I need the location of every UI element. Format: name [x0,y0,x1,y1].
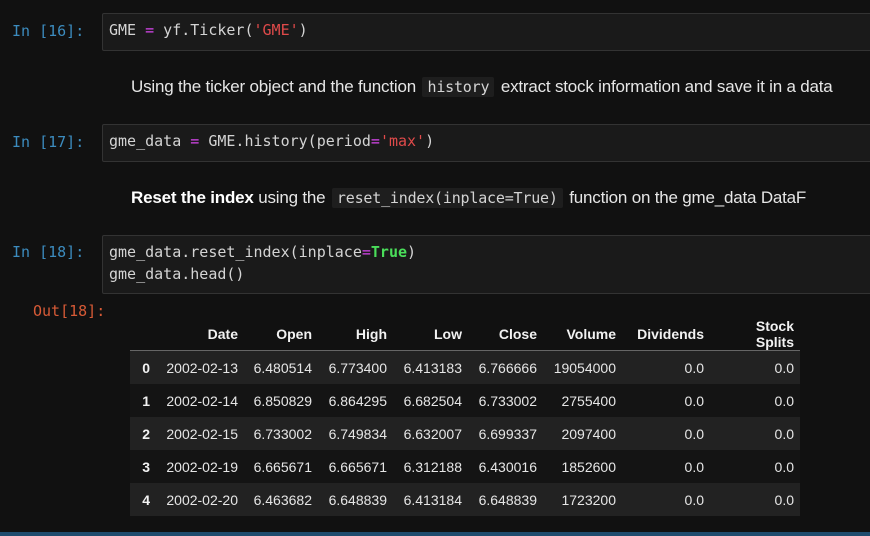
cell-close: 6.733002 [468,384,543,417]
cell-selection-bar [0,532,870,536]
code-token: ) [425,132,435,150]
markdown-bold-text: Reset the index [131,188,254,207]
column-header-date: Date [156,318,244,351]
column-header-open: Open [244,318,318,351]
code-operator: = [361,243,371,261]
cell-stock-splits: 0.0 [710,483,800,516]
code-string: 'max' [379,132,426,150]
cell-open: 6.850829 [244,384,318,417]
cell-volume: 19054000 [543,350,622,384]
column-header-volume: Volume [543,318,622,351]
cell-18-output-prompt: Out[18]: [33,302,106,320]
table-row: 0 2002-02-13 6.480514 6.773400 6.413183 … [130,350,800,384]
cell-low: 6.632007 [393,417,468,450]
code-token: gme_data.reset_index(inplace [109,243,362,261]
code-token: ) [298,21,308,39]
column-header-dividends: Dividends [622,318,710,351]
code-keyword: True [370,243,408,261]
table-header-row: Date Open High Low Close Volume Dividend… [130,318,800,351]
column-header-high: High [318,318,393,351]
row-index: 3 [130,450,156,483]
markdown-cell-reset-index: Reset the index using the reset_index(in… [131,188,806,208]
cell-dividends: 0.0 [622,417,710,450]
code-token: gme_data [109,132,191,150]
table-row: 2 2002-02-15 6.733002 6.749834 6.632007 … [130,417,800,450]
code-string: 'GME' [253,21,299,39]
cell-stock-splits: 0.0 [710,450,800,483]
cell-high: 6.648839 [318,483,393,516]
cell-17-prompt: In [17]: [12,133,85,151]
cell-low: 6.312188 [393,450,468,483]
cell-16-code-editor[interactable]: GME = yf.Ticker('GME') [102,13,870,51]
cell-close: 6.766666 [468,350,543,384]
cell-volume: 2755400 [543,384,622,417]
code-token: ) [407,243,417,261]
row-index: 4 [130,483,156,516]
row-index: 1 [130,384,156,417]
cell-16-prompt: In [16]: [12,22,85,40]
code-token: GME [109,21,146,39]
cell-open: 6.463682 [244,483,318,516]
code-token: GME.history(period [199,132,371,150]
cell-low: 6.682504 [393,384,468,417]
cell-18-prompt: In [18]: [12,243,85,261]
dataframe-output-table: Date Open High Low Close Volume Dividend… [130,318,800,516]
cell-date: 2002-02-14 [156,384,244,417]
cell-open: 6.480514 [244,350,318,384]
table-row: 4 2002-02-20 6.463682 6.648839 6.413184 … [130,483,800,516]
code-operator: = [145,21,155,39]
cell-dividends: 0.0 [622,384,710,417]
column-header-index [130,318,156,351]
markdown-text: function on the gme_data DataF [569,188,807,207]
cell-stock-splits: 0.0 [710,417,800,450]
inline-code-reset-index: reset_index(inplace=True) [331,188,563,208]
cell-date: 2002-02-13 [156,350,244,384]
cell-close: 6.699337 [468,417,543,450]
cell-stock-splits: 0.0 [710,384,800,417]
markdown-cell-history: Using the ticker object and the function… [131,77,833,97]
cell-low: 6.413184 [393,483,468,516]
cell-stock-splits: 0.0 [710,350,800,384]
cell-high: 6.665671 [318,450,393,483]
cell-high: 6.749834 [318,417,393,450]
code-operator: = [370,132,380,150]
cell-date: 2002-02-20 [156,483,244,516]
cell-17-code-editor[interactable]: gme_data = GME.history(period='max') [102,124,870,162]
cell-open: 6.665671 [244,450,318,483]
inline-code-history: history [422,77,495,97]
cell-date: 2002-02-19 [156,450,244,483]
cell-dividends: 0.0 [622,450,710,483]
cell-volume: 2097400 [543,417,622,450]
code-token: yf.Ticker( [154,21,254,39]
cell-high: 6.773400 [318,350,393,384]
table-row: 3 2002-02-19 6.665671 6.665671 6.312188 … [130,450,800,483]
cell-volume: 1723200 [543,483,622,516]
cell-high: 6.864295 [318,384,393,417]
markdown-text: Using the ticker object and the function [131,77,416,96]
row-index: 2 [130,417,156,450]
cell-volume: 1852600 [543,450,622,483]
column-header-stock-splits: Stock Splits [710,318,800,351]
column-header-low: Low [393,318,468,351]
cell-18-code-editor[interactable]: gme_data.reset_index(inplace=True) gme_d… [102,235,870,294]
cell-low: 6.413183 [393,350,468,384]
cell-close: 6.648839 [468,483,543,516]
cell-open: 6.733002 [244,417,318,450]
table-row: 1 2002-02-14 6.850829 6.864295 6.682504 … [130,384,800,417]
cell-close: 6.430016 [468,450,543,483]
markdown-text: using the [258,188,326,207]
markdown-text: extract stock information and save it in… [500,77,833,96]
code-operator: = [190,132,200,150]
cell-dividends: 0.0 [622,350,710,384]
cell-dividends: 0.0 [622,483,710,516]
column-header-close: Close [468,318,543,351]
row-index: 0 [130,350,156,384]
code-line: gme_data.head() [109,265,245,283]
cell-date: 2002-02-15 [156,417,244,450]
